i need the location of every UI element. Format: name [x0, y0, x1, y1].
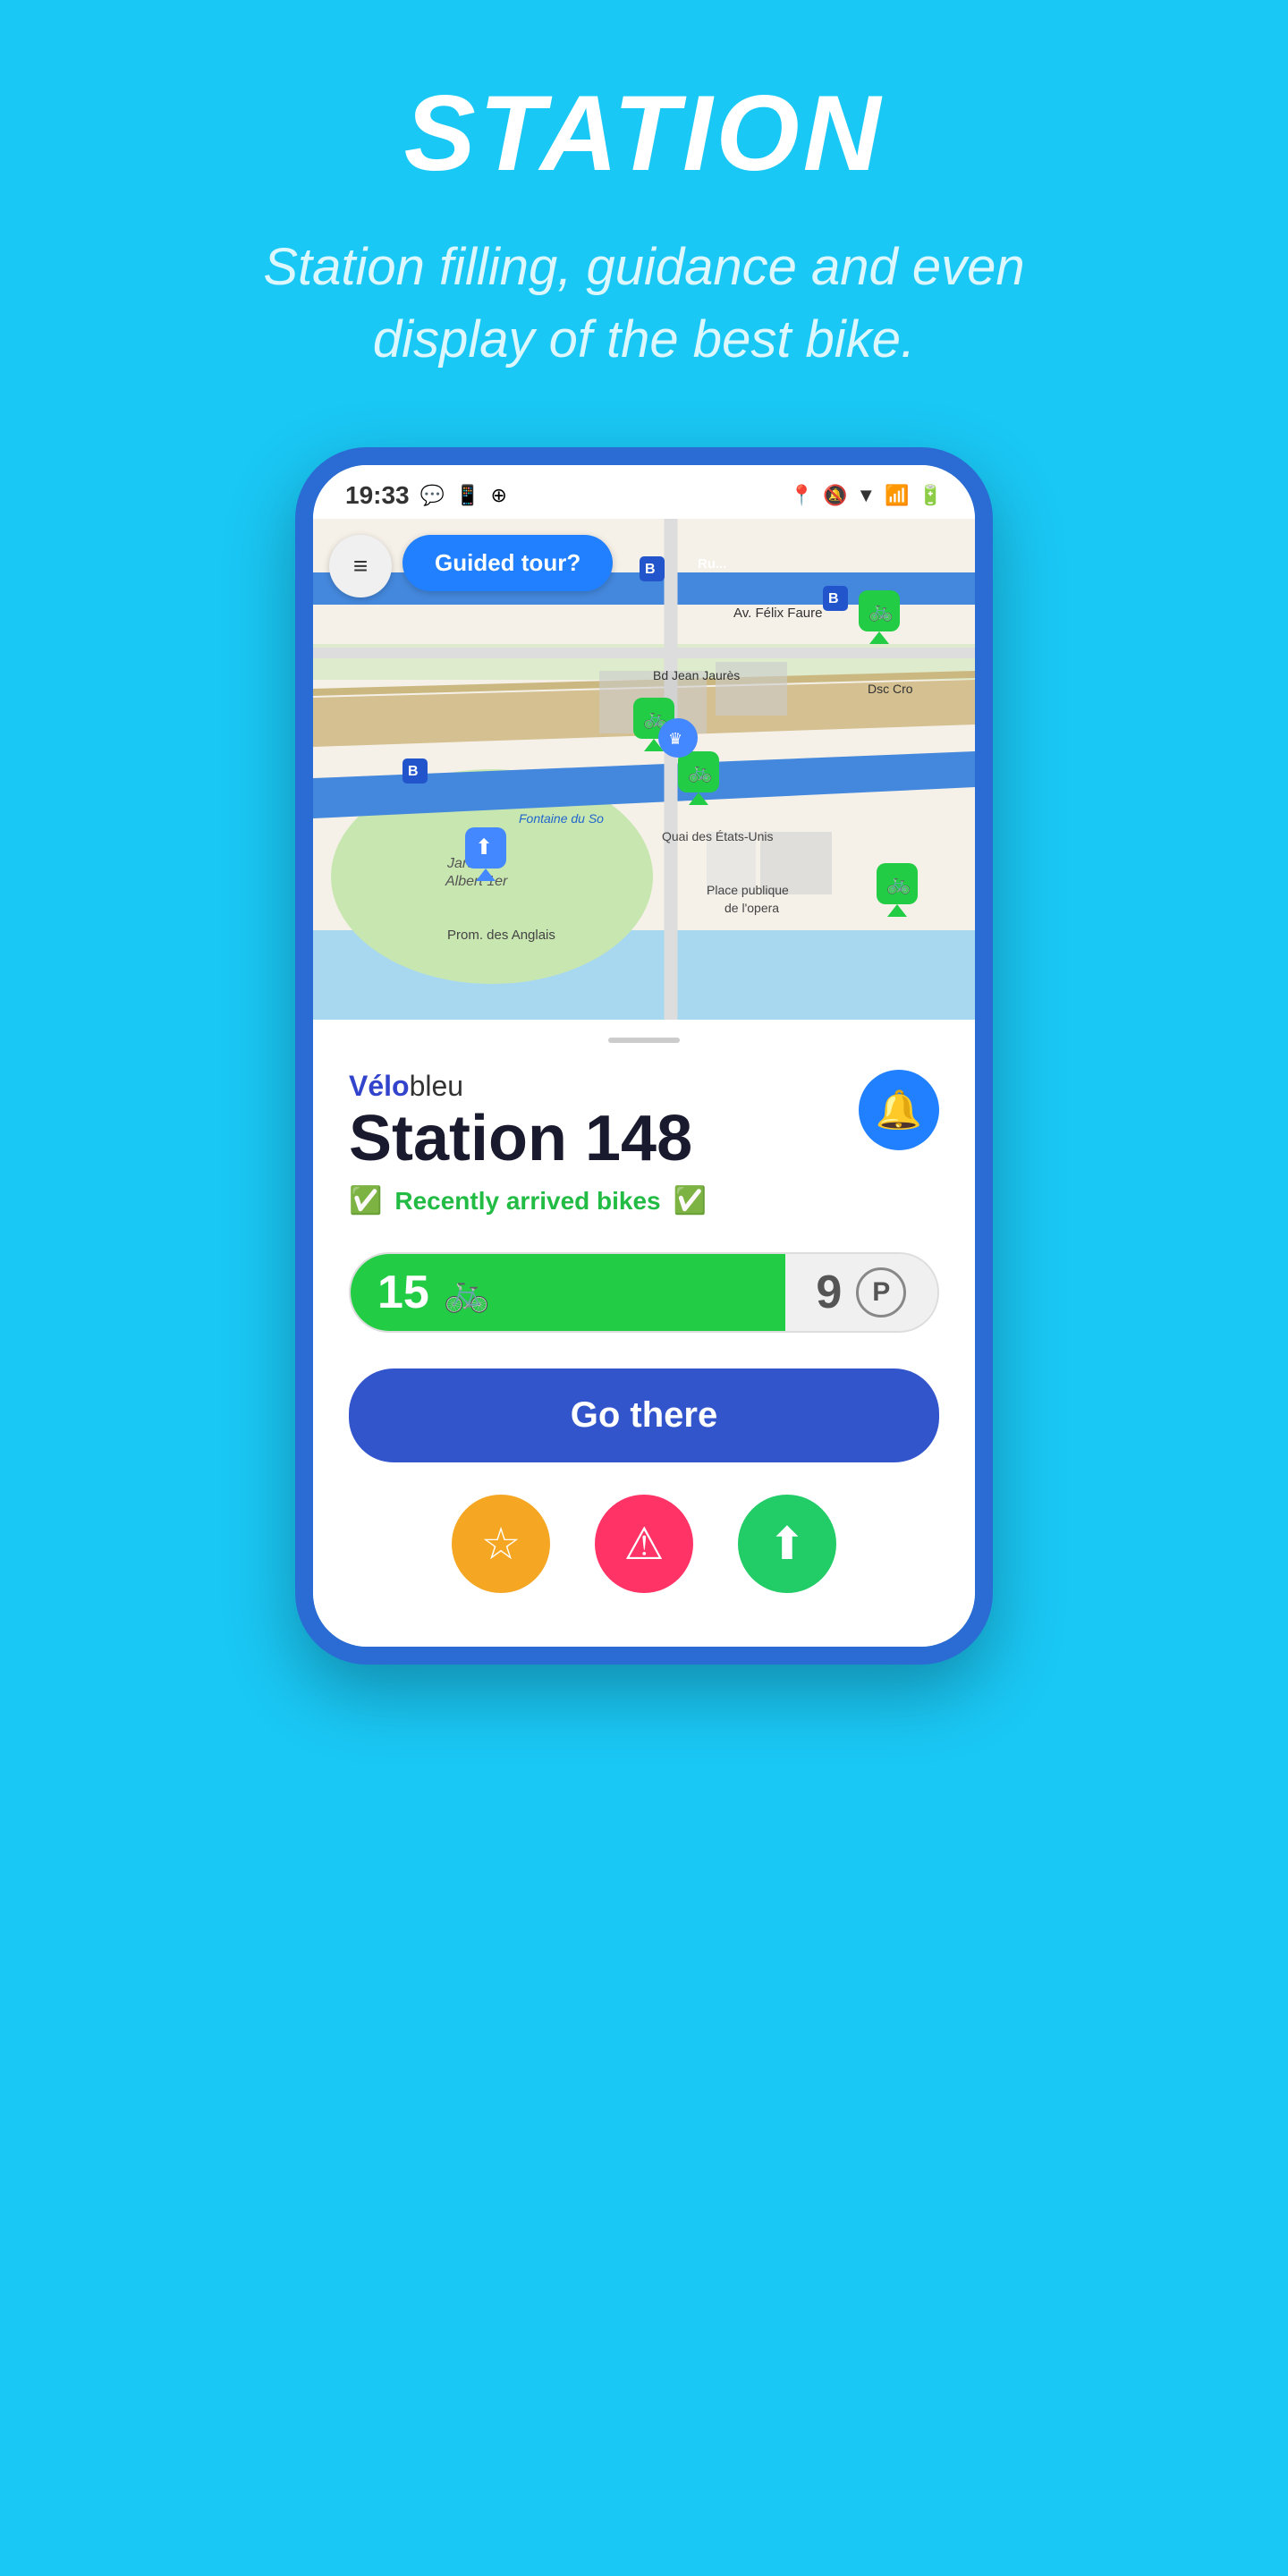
- svg-text:⬆: ⬆: [475, 835, 493, 860]
- station-panel: Vélobleu Station 148 ✅ Recently arrived …: [313, 1020, 975, 1647]
- action-buttons: ☆ ⚠ ⬆: [349, 1495, 939, 1611]
- messenger-icon: 💬: [420, 484, 445, 507]
- svg-text:Fontaine du So: Fontaine du So: [519, 811, 604, 826]
- svg-text:Ru...: Ru...: [698, 556, 727, 572]
- share-button[interactable]: ⬆: [738, 1495, 836, 1593]
- svg-text:Quai des États-Unis: Quai des États-Unis: [662, 829, 774, 843]
- map-section[interactable]: Jardin Albert 1er: [313, 519, 975, 1020]
- whatsapp-icon: 📱: [455, 484, 479, 507]
- check-icon-left: ✅: [349, 1185, 382, 1216]
- svg-text:Av. Félix Faure: Av. Félix Faure: [733, 606, 822, 621]
- svg-text:de l'opera: de l'opera: [724, 901, 779, 915]
- svg-text:Bd Jean Jaurès: Bd Jean Jaurès: [653, 668, 740, 682]
- guided-tour-button[interactable]: Guided tour?: [402, 535, 613, 591]
- svg-text:Albert 1er: Albert 1er: [445, 874, 508, 889]
- availability-bar: 15 🚲 9 P: [349, 1252, 939, 1333]
- svg-text:🚲: 🚲: [869, 599, 893, 622]
- battery-icon: 🔋: [919, 484, 943, 507]
- go-there-button[interactable]: Go there: [349, 1368, 939, 1462]
- svg-text:B: B: [408, 764, 419, 779]
- parking-badge: P: [856, 1267, 906, 1318]
- station-info: Vélobleu Station 148 ✅ Recently arrived …: [349, 1070, 707, 1243]
- check-icon-right: ✅: [674, 1185, 707, 1216]
- svg-text:B: B: [828, 591, 839, 606]
- bell-button[interactable]: 🔔: [859, 1070, 939, 1150]
- svg-text:B: B: [645, 562, 656, 577]
- bike-icon: 🚲: [444, 1271, 490, 1315]
- alert-icon: ⚠: [624, 1518, 665, 1570]
- star-icon: ☆: [481, 1518, 521, 1570]
- svg-text:🚲: 🚲: [688, 760, 712, 783]
- status-left: 19:33 💬 📱 ⊕: [345, 481, 507, 510]
- svg-text:Place publique: Place publique: [707, 883, 789, 897]
- drag-handle[interactable]: [608, 1038, 680, 1043]
- brand-name: Vélobleu: [349, 1070, 707, 1103]
- location-icon: 📍: [790, 484, 814, 507]
- station-header: Vélobleu Station 148 ✅ Recently arrived …: [349, 1070, 939, 1243]
- svg-text:♛: ♛: [668, 730, 682, 748]
- share-icon: ⬆: [768, 1518, 806, 1570]
- subtitle: Station filling, guidance and even displ…: [242, 231, 1046, 376]
- parking-section: 9 P: [785, 1254, 937, 1331]
- station-number: Station 148: [349, 1106, 707, 1171]
- alert-button[interactable]: ⚠: [595, 1495, 693, 1593]
- parking-count: 9: [816, 1266, 842, 1319]
- arrived-text: Recently arrived bikes: [394, 1187, 660, 1216]
- phone-frame: 19:33 💬 📱 ⊕ 📍 🔕 ▼ 📶 🔋: [295, 447, 993, 1665]
- wifi-icon: ▼: [856, 484, 876, 507]
- bikes-section: 15 🚲: [351, 1254, 785, 1331]
- status-bar: 19:33 💬 📱 ⊕ 📍 🔕 ▼ 📶 🔋: [313, 465, 975, 519]
- header-section: STATION Station filling, guidance and ev…: [0, 0, 1288, 429]
- status-time: 19:33: [345, 481, 410, 510]
- phone-screen: 19:33 💬 📱 ⊕ 📍 🔕 ▼ 📶 🔋: [313, 465, 975, 1647]
- brand-velo: Vélo: [349, 1070, 410, 1102]
- app-title: STATION: [404, 72, 885, 195]
- map-svg: Jardin Albert 1er: [313, 519, 975, 1020]
- app-icon: ⊕: [490, 484, 506, 507]
- svg-text:Dsc Cro: Dsc Cro: [868, 682, 913, 696]
- bell-muted-icon: 🔕: [823, 484, 847, 507]
- status-right: 📍 🔕 ▼ 📶 🔋: [790, 484, 943, 507]
- map-background: Jardin Albert 1er: [313, 519, 975, 1020]
- arrived-row: ✅ Recently arrived bikes ✅: [349, 1185, 707, 1216]
- favorite-button[interactable]: ☆: [452, 1495, 550, 1593]
- menu-button[interactable]: ≡: [329, 535, 392, 597]
- brand-bleu: bleu: [410, 1070, 464, 1102]
- svg-text:Prom. des Anglais: Prom. des Anglais: [447, 928, 555, 943]
- signal-icon: 📶: [885, 484, 909, 507]
- bikes-count: 15: [377, 1266, 429, 1319]
- svg-text:🚲: 🚲: [886, 872, 911, 894]
